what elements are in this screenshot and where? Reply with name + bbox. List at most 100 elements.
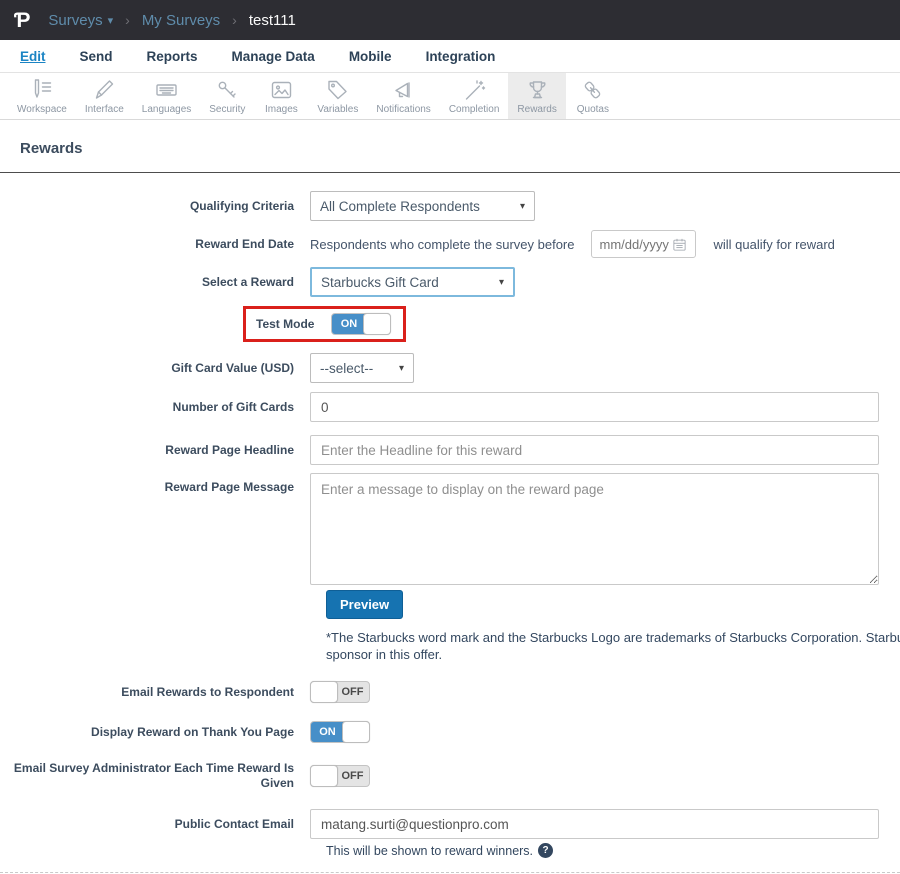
toolbar-item-variables[interactable]: Variables (308, 73, 367, 119)
interface-icon (95, 80, 113, 99)
reward-end-date-text-after: will qualify for reward (713, 236, 835, 252)
public-contact-email-input[interactable] (310, 809, 879, 840)
rewards-form: Qualifying Criteria All Complete Respond… (0, 173, 900, 874)
languages-icon (156, 84, 177, 96)
save-section-divider (0, 872, 900, 874)
breadcrumb-surveys[interactable]: Surveys (48, 12, 102, 29)
gift-card-value-row: Gift Card Value (USD) --select-- ▾ (0, 353, 900, 383)
public-contact-email-row: Public Contact Email (0, 809, 900, 840)
tab-send[interactable]: Send (80, 49, 113, 64)
toolbar-item-label: Notifications (376, 104, 431, 115)
gift-card-value-select[interactable]: --select-- ▾ (310, 353, 414, 383)
rewards-icon (529, 81, 546, 99)
qualifying-criteria-select[interactable]: All Complete Respondents ▾ (310, 191, 535, 221)
tab-manage-data[interactable]: Manage Data (232, 49, 315, 64)
reward-end-date-row: Reward End Date Respondents who complete… (0, 230, 900, 258)
tab-mobile[interactable]: Mobile (349, 49, 392, 64)
select-reward-value: Starbucks Gift Card (321, 274, 439, 290)
reward-end-date-field (590, 230, 696, 258)
starbucks-disclaimer: *The Starbucks word mark and the Starbuc… (326, 630, 900, 663)
toolbar-item-languages[interactable]: Languages (133, 73, 201, 119)
select-reward-label: Select a Reward (201, 274, 294, 289)
toolbar-item-label: Rewards (517, 104, 557, 115)
toolbar-item-label: Images (264, 104, 298, 115)
test-mode-row: Test Mode ON (0, 306, 900, 342)
toolbar-item-label: Variables (317, 104, 359, 115)
public-email-helper-text: This will be shown to reward winners. (326, 843, 534, 858)
tab-integration[interactable]: Integration (426, 49, 496, 64)
toolbar-item-quotas[interactable]: Quotas (566, 73, 620, 119)
toolbar-item-notifications[interactable]: Notifications (367, 73, 439, 119)
reward-end-date-text-before: Respondents who complete the survey befo… (310, 236, 575, 252)
security-icon (218, 81, 236, 98)
display-reward-row: Display Reward on Thank You Page ON (0, 721, 900, 744)
toolbar-item-security[interactable]: Security (200, 73, 254, 119)
toolbar-item-label: Languages (141, 104, 192, 115)
toggle-state-label: ON (340, 318, 358, 330)
toolbar-item-images[interactable]: Images (254, 73, 308, 119)
chevron-down-icon[interactable]: ▾ (108, 14, 114, 27)
toolbar-item-workspace[interactable]: Workspace (8, 73, 76, 119)
reward-page-message-textarea[interactable] (310, 473, 879, 585)
public-contact-email-label: Public Contact Email (174, 816, 294, 831)
toolbar-item-interface[interactable]: Interface (76, 73, 133, 119)
gift-card-value-value: --select-- (320, 360, 374, 376)
reward-page-headline-input[interactable] (310, 435, 879, 465)
reward-page-message-label: Reward Page Message (164, 480, 294, 494)
notifications-icon (395, 82, 410, 98)
toolbar-item-rewards[interactable]: Rewards (508, 73, 566, 119)
main-nav-tabs: Edit Send Reports Manage Data Mobile Int… (0, 40, 900, 73)
breadcrumb-separator: › (232, 12, 237, 28)
toggle-knob[interactable] (310, 765, 338, 788)
tab-reports[interactable]: Reports (147, 49, 198, 64)
reward-end-date-label: Reward End Date (195, 236, 294, 251)
help-icon[interactable]: ? (538, 843, 554, 859)
gift-card-value-label: Gift Card Value (USD) (171, 360, 294, 375)
email-rewards-toggle[interactable]: OFF (310, 681, 370, 704)
toggle-state-label: OFF (341, 686, 364, 699)
toolbar-item-label: Security (209, 104, 246, 115)
display-reward-label: Display Reward on Thank You Page (91, 724, 294, 739)
tab-edit[interactable]: Edit (20, 49, 46, 64)
calendar-icon[interactable] (672, 237, 687, 252)
toolbar-item-label: Interface (84, 104, 124, 115)
email-admin-row: Email Survey Administrator Each Time Rew… (0, 761, 900, 791)
test-mode-toggle[interactable]: ON (331, 313, 392, 335)
email-rewards-label: Email Rewards to Respondent (121, 684, 294, 699)
public-email-helper-row: This will be shown to reward winners. ? (326, 843, 900, 859)
toolbar-item-completion[interactable]: Completion (440, 73, 509, 119)
number-of-gift-cards-label: Number of Gift Cards (172, 399, 294, 414)
variables-icon (328, 80, 348, 100)
number-of-gift-cards-row: Number of Gift Cards (0, 392, 900, 422)
select-caret-icon: ▾ (498, 276, 504, 288)
toggle-knob[interactable] (310, 681, 338, 704)
qualifying-criteria-value: All Complete Respondents (320, 198, 480, 214)
number-of-gift-cards-input[interactable] (310, 392, 879, 422)
page-title: Rewards (20, 140, 83, 157)
reward-page-message-row: Reward Page Message (0, 473, 900, 585)
toolbar-item-label: Quotas (576, 104, 609, 115)
reward-page-headline-label: Reward Page Headline (165, 442, 294, 457)
breadcrumb-my-surveys[interactable]: My Surveys (142, 12, 220, 29)
toggle-knob[interactable] (363, 313, 392, 335)
select-reward-select[interactable]: Starbucks Gift Card ▾ (310, 267, 515, 297)
toggle-state-label: ON (319, 726, 336, 739)
toggle-knob[interactable] (342, 721, 370, 744)
preview-button[interactable]: Preview (326, 590, 404, 619)
workspace-icon (35, 79, 52, 98)
test-mode-highlight-box: Test Mode ON (243, 306, 407, 342)
email-admin-toggle[interactable]: OFF (310, 765, 370, 788)
preview-row: Preview (326, 590, 900, 619)
top-header-bar: Ƥ Surveys ▾ › My Surveys › test111 (0, 0, 900, 40)
toggle-state-label: OFF (341, 770, 364, 783)
toolbar-item-label: Workspace (17, 104, 67, 115)
display-reward-toggle[interactable]: ON (310, 721, 370, 744)
quotas-icon (585, 81, 601, 99)
reward-end-date-input[interactable] (599, 236, 672, 252)
toolbar-item-label: Completion (448, 104, 500, 115)
select-caret-icon: ▾ (398, 362, 404, 374)
questionpro-logo-icon[interactable]: Ƥ (14, 10, 30, 31)
test-mode-label: Test Mode (256, 317, 315, 331)
edit-section-toolbar: Workspace Interface Languages Security I… (0, 73, 900, 120)
breadcrumb-separator: › (125, 12, 130, 28)
